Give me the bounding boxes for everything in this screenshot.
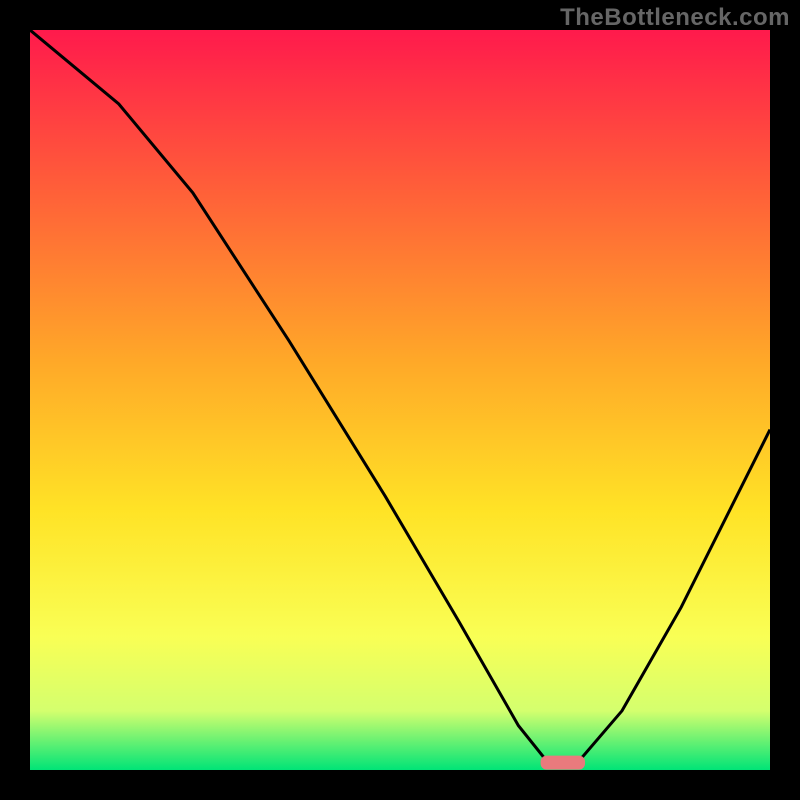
gradient-background bbox=[30, 30, 770, 770]
watermark-label: TheBottleneck.com bbox=[560, 4, 790, 32]
chart-plot bbox=[30, 30, 770, 770]
chart-svg bbox=[30, 30, 770, 770]
chart-frame: TheBottleneck.com bbox=[0, 0, 800, 800]
optimal-marker bbox=[541, 756, 585, 770]
